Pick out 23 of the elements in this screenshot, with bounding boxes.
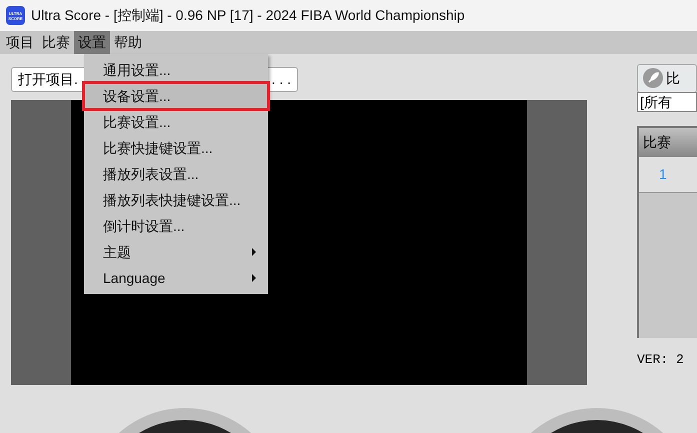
menu-item[interactable]: 帮助 (110, 31, 146, 54)
menu-entry[interactable]: 主题 (84, 239, 268, 265)
menu-entry[interactable]: 播放列表快捷键设置... (84, 187, 268, 213)
submenu-arrow-icon (252, 248, 256, 256)
menu-entry[interactable]: 通用设置... (84, 57, 268, 83)
version-label: VER: 2 (637, 351, 685, 369)
rocket-icon (643, 68, 663, 88)
menu-entry[interactable]: 比赛快捷键设置... (84, 135, 268, 161)
filter-dropdown[interactable]: [所有 (637, 92, 697, 112)
menu-item[interactable]: 设置 (74, 31, 110, 54)
menu-entry[interactable]: Language (84, 265, 268, 291)
menu-entry[interactable]: 设备设置... (84, 83, 268, 109)
window-title: Ultra Score - [控制端] - 0.96 NP [17] - 2024 FIBA World Championship (31, 6, 465, 25)
menu-item[interactable]: 项目 (2, 31, 38, 54)
menu-entry[interactable]: 播放列表设置... (84, 161, 268, 187)
browse-label: . . . (272, 70, 291, 88)
submenu-arrow-icon (252, 274, 256, 282)
column-header: 比赛 (639, 128, 697, 157)
menu-entry[interactable]: 倒计时设置... (84, 213, 268, 239)
menu-entry[interactable]: 比赛设置... (84, 109, 268, 135)
menu-item[interactable]: 比赛 (38, 31, 74, 54)
start-button[interactable]: 比 (637, 64, 697, 92)
button-label: 打开项目. (18, 70, 78, 88)
